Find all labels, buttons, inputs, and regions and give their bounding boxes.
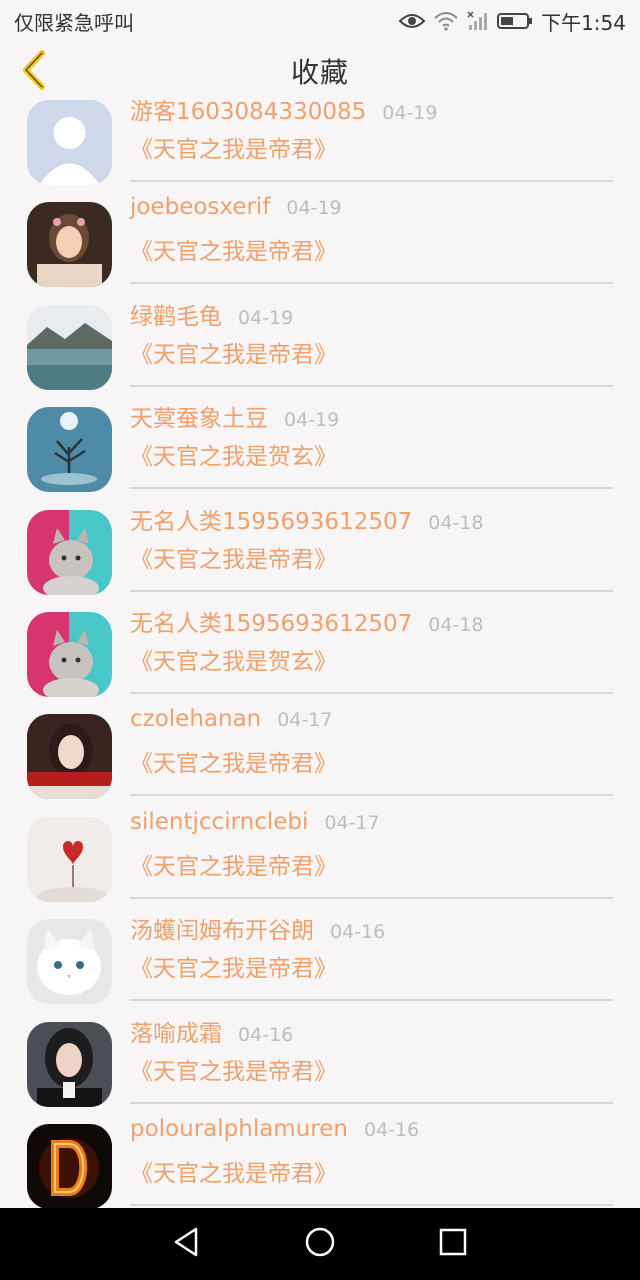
nav-recents-button[interactable] — [423, 1214, 483, 1274]
list-item[interactable]: silentjccirnclebi 04-17 《天官之我是帝君》 — [0, 807, 640, 909]
item-date: 04-18 — [428, 511, 484, 534]
user-name: 天蓂蚕象土豆 — [130, 406, 268, 433]
book-title[interactable]: 《天官之我是帝君》 — [130, 1154, 337, 1188]
app-header: 收藏 — [0, 42, 640, 100]
avatar[interactable] — [27, 714, 112, 800]
book-title[interactable]: 《天官之我是帝君》 — [130, 130, 337, 164]
list-item-text: 无名人类1595693612507 04-18 《天官之我是贺玄》 — [130, 602, 613, 694]
user-name: polouralphlamuren — [130, 1115, 348, 1142]
item-date: 04-17 — [277, 709, 333, 732]
item-date: 04-19 — [238, 306, 294, 329]
list-item[interactable]: 无名人类1595693612507 04-18 《天官之我是帝君》 — [0, 500, 640, 602]
user-name: joebeosxerif — [130, 194, 271, 221]
list-item[interactable]: 汤蠖闰姆布开谷朗 04-16 《天官之我是帝君》 — [0, 909, 640, 1011]
list-item[interactable]: 无名人类1595693612507 04-18 《天官之我是贺玄》 — [0, 602, 640, 704]
list-item[interactable]: polouralphlamuren 04-16 《天官之我是帝君》 — [0, 1114, 640, 1208]
avatar[interactable] — [27, 919, 112, 1005]
item-date: 04-16 — [238, 1023, 294, 1046]
item-date: 04-19 — [284, 409, 340, 432]
nav-home-button[interactable] — [290, 1214, 350, 1274]
list-item[interactable]: 落喻成霜 04-16 《天官之我是帝君》 — [0, 1012, 640, 1114]
carrier-text: 仅限紧急呼叫 — [14, 10, 134, 35]
list-item-text: 汤蠖闰姆布开谷朗 04-16 《天官之我是帝君》 — [130, 909, 613, 1002]
item-date: 04-16 — [363, 1118, 420, 1141]
book-title[interactable]: 《天官之我是贺玄》 — [130, 642, 337, 676]
list-item-text: 绿鹳毛龟 04-19 《天官之我是帝君》 — [130, 295, 613, 387]
favorites-list[interactable]: 游客1603084330085 04-19 《天官之我是帝君》 joebeosxe… — [0, 100, 640, 1208]
avatar[interactable] — [27, 816, 112, 902]
chevron-left-icon — [18, 49, 50, 95]
list-item-text: czolehanan 04-17 《天官之我是帝君》 — [130, 704, 613, 797]
avatar[interactable] — [27, 202, 112, 288]
list-item[interactable]: 游客1603084330085 04-19 《天官之我是帝君》 — [0, 100, 640, 192]
book-title[interactable]: 《天官之我是贺玄》 — [130, 437, 337, 471]
system-nav-bar — [0, 1208, 640, 1280]
user-name: 落喻成霜 — [130, 1020, 222, 1047]
status-bar: 仅限紧急呼叫 下午1:54 — [0, 0, 640, 42]
avatar[interactable] — [27, 611, 112, 697]
nav-back-button[interactable] — [157, 1214, 217, 1274]
list-item[interactable]: czolehanan 04-17 《天官之我是帝君》 — [0, 704, 640, 806]
item-date: 04-19 — [382, 102, 438, 124]
avatar[interactable] — [27, 100, 112, 185]
list-item-text: 无名人类1595693612507 04-18 《天官之我是帝君》 — [130, 500, 613, 592]
user-name: silentjccirnclebi — [130, 808, 309, 835]
clock-time: 下午1:54 — [541, 10, 626, 35]
list-item[interactable]: joebeosxerif 04-19 《天官之我是帝君》 — [0, 192, 640, 294]
eye-icon — [399, 12, 426, 30]
avatar[interactable] — [27, 304, 112, 390]
page-title: 收藏 — [290, 56, 349, 89]
list-item-text: polouralphlamuren 04-16 《天官之我是帝君》 — [130, 1114, 613, 1206]
list-item[interactable]: 绿鹳毛龟 04-19 《天官之我是帝君》 — [0, 295, 640, 397]
book-title[interactable]: 《天官之我是帝君》 — [130, 847, 337, 881]
avatar[interactable] — [27, 1123, 112, 1208]
user-name: 无名人类1595693612507 — [130, 508, 413, 535]
list-item-text: 落喻成霜 04-16 《天官之我是帝君》 — [130, 1012, 613, 1104]
avatar[interactable] — [27, 1021, 112, 1107]
book-title[interactable]: 《天官之我是帝君》 — [130, 949, 337, 983]
list-item-text: 游客1603084330085 04-19 《天官之我是帝君》 — [130, 100, 613, 182]
item-date: 04-17 — [324, 811, 380, 834]
avatar[interactable] — [27, 407, 112, 493]
book-title[interactable]: 《天官之我是帝君》 — [130, 744, 337, 778]
circle-home-icon — [304, 1226, 336, 1262]
list-item-text: silentjccirnclebi 04-17 《天官之我是帝君》 — [130, 807, 613, 899]
item-date: 04-19 — [286, 197, 342, 220]
book-title[interactable]: 《天官之我是帝君》 — [130, 1052, 337, 1086]
back-button[interactable] — [14, 50, 54, 94]
book-title[interactable]: 《天官之我是帝君》 — [130, 232, 337, 266]
user-name: 绿鹳毛龟 — [130, 303, 222, 330]
user-name: 无名人类1595693612507 — [130, 610, 413, 637]
list-item[interactable]: 天蓂蚕象土豆 04-19 《天官之我是贺玄》 — [0, 397, 640, 499]
square-recents-icon — [438, 1227, 468, 1261]
item-date: 04-18 — [428, 613, 484, 636]
triangle-back-icon — [172, 1226, 202, 1262]
avatar[interactable] — [27, 509, 112, 595]
book-title[interactable]: 《天官之我是帝君》 — [130, 335, 337, 369]
wifi-icon — [433, 11, 459, 31]
list-item-text: joebeosxerif 04-19 《天官之我是帝君》 — [130, 192, 613, 285]
book-title[interactable]: 《天官之我是帝君》 — [130, 540, 337, 574]
list-item-text: 天蓂蚕象土豆 04-19 《天官之我是贺玄》 — [130, 397, 613, 490]
user-name: 汤蠖闰姆布开谷朗 — [130, 918, 314, 945]
item-date: 04-16 — [330, 921, 386, 944]
battery-icon — [497, 12, 533, 30]
user-name: czolehanan — [130, 706, 262, 733]
user-name: 游客1603084330085 — [130, 100, 367, 125]
status-icons: 下午1:54 — [399, 7, 626, 36]
signal-icon — [467, 11, 489, 31]
